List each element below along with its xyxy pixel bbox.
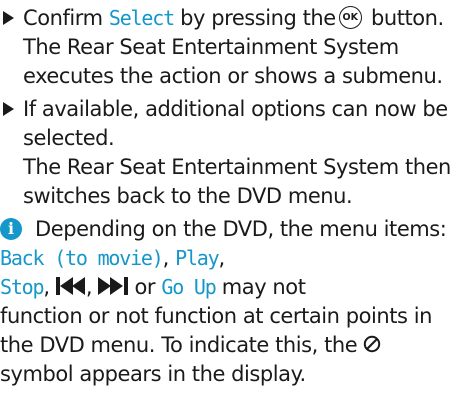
step1-line2: The Rear Seat Entertainment System [23, 35, 399, 59]
step1-line3: executes the action or shows a submenu. [23, 64, 443, 88]
step1-line1: Confirm Select by pressing the OK button. [23, 6, 444, 30]
bullet-arrow-icon [3, 102, 14, 116]
go-up-label: Go Up [161, 275, 216, 299]
note-line6: symbol appears in the display. [0, 362, 306, 386]
back-to-movie-label: Back (to movie) [0, 246, 164, 270]
stop-label: Stop [0, 275, 45, 299]
note-line3: Stop, , or Go Up may not [0, 275, 306, 299]
play-label: Play [175, 246, 220, 270]
ok-button-icon: OK [338, 6, 362, 29]
note-line5: the DVD menu. To indicate this, the [0, 330, 381, 360]
step2-line1: If available, additional options can now… [23, 97, 448, 121]
step2-line3: The Rear Seat Entertainment System then [23, 155, 451, 179]
note-line2: Back (to movie), Play, [0, 246, 225, 270]
select-label: Select [108, 6, 175, 30]
bullet-arrow-icon [3, 11, 14, 25]
step2-line2: selected. [23, 126, 115, 150]
note-line4: function or not function at certain poin… [0, 304, 433, 328]
skip-back-icon [55, 277, 85, 295]
info-icon: i [0, 218, 22, 240]
manual-page: Confirm Select by pressing the OK button.… [0, 0, 463, 402]
note-line1: Depending on the DVD, the menu items: [35, 217, 447, 241]
step2-line4: switches back to the DVD menu. [23, 184, 353, 208]
prohibited-icon [364, 335, 381, 353]
skip-forward-icon [98, 277, 129, 295]
